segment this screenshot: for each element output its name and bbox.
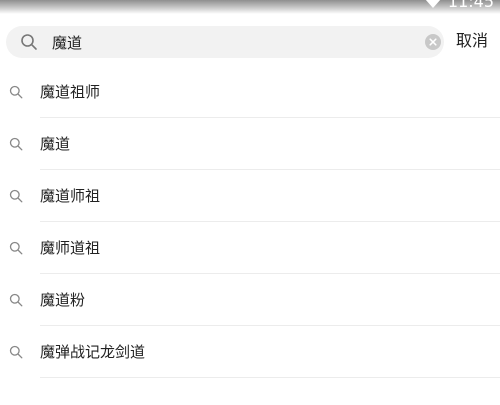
suggestion-item[interactable]: 魔道祖师 — [0, 66, 500, 118]
search-screen: 11:45 取消 魔道祖师 — [0, 0, 500, 405]
search-icon — [9, 137, 23, 151]
suggestion-label: 魔道师祖 — [40, 187, 101, 205]
search-row: 取消 — [0, 26, 500, 58]
search-input[interactable] — [52, 30, 412, 54]
status-right-group: 11:45 — [424, 0, 494, 10]
suggestion-item[interactable]: 魔道师祖 — [0, 170, 500, 222]
suggestion-item[interactable]: 魔道 — [0, 118, 500, 170]
search-icon — [9, 293, 23, 307]
suggestion-label: 魔道粉 — [40, 291, 86, 309]
wifi-icon — [425, 0, 441, 8]
status-time: 11:45 — [447, 0, 494, 11]
search-icon — [9, 241, 23, 255]
suggestion-label: 魔道 — [40, 135, 71, 153]
search-icon — [9, 345, 23, 359]
suggestion-label: 魔弹战记龙剑道 — [40, 343, 146, 361]
clear-icon[interactable] — [425, 34, 441, 50]
search-icon — [21, 34, 37, 50]
status-bar: 11:45 — [0, 0, 500, 14]
suggestion-label: 魔道祖师 — [40, 83, 101, 101]
suggestion-item[interactable]: 魔弹战记龙剑道 — [0, 326, 500, 378]
search-icon — [9, 189, 23, 203]
cancel-button[interactable]: 取消 — [456, 29, 488, 53]
search-icon — [9, 85, 23, 99]
suggestion-item[interactable]: 魔师道祖 — [0, 222, 500, 274]
suggestion-item[interactable]: 魔道粉 — [0, 274, 500, 326]
suggestion-list: 魔道祖师 魔道 魔道师祖 魔师道祖 魔道粉 魔弹战记龙剑道 — [0, 66, 500, 378]
suggestion-label: 魔师道祖 — [40, 239, 101, 257]
search-box[interactable] — [6, 26, 444, 58]
divider — [40, 377, 500, 378]
